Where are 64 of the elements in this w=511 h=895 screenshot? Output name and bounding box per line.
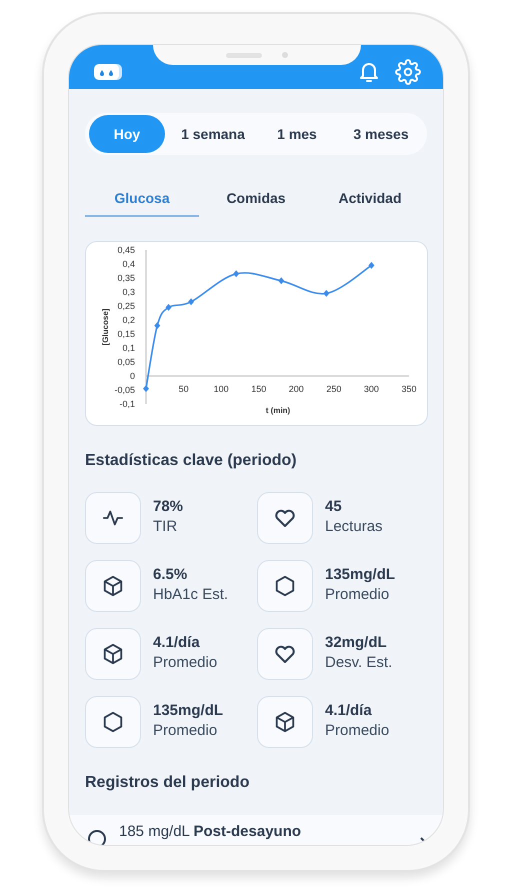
y-tick-label: 0,25 [117,301,135,311]
record-text: 185 mg/dL Post-desayuno [119,823,302,840]
period-tab[interactable]: 3 meses [339,115,423,153]
record-row[interactable]: 185 mg/dL Post-desayuno [69,815,443,845]
category-tab[interactable]: Glucosa [85,181,199,217]
y-tick-label: 0,1 [122,343,135,353]
y-tick-label: 0,15 [117,329,135,339]
stat-value: 32mg/dL [325,634,388,651]
x-tick-label: 350 [401,384,417,394]
stat-label: Promedio [325,586,390,603]
category-tab[interactable]: Actividad [313,181,427,217]
y-tick-label: -0,1 [119,399,135,409]
x-tick-label: 200 [288,384,304,394]
y-tick-label: 0,3 [122,287,135,297]
stat-label: Promedio [325,722,390,739]
x-axis-label: t (min) [266,406,290,415]
stat-value: 78% [153,498,184,515]
x-tick-label: 300 [364,384,379,394]
stat-value: 4.1/día [153,634,201,651]
section-title: Estadísticas clave (periodo) [85,452,298,470]
y-tick-label: 0,4 [122,259,135,269]
y-tick-label: 0,05 [117,357,135,367]
period-tab[interactable]: 1 mes [255,115,339,153]
stat-label: Promedio [153,654,218,671]
hexagon-icon [102,711,124,733]
clock-icon [87,829,107,845]
stat-value: 135mg/dL [325,566,396,583]
stat-label: TIR [153,518,178,535]
period-tab[interactable]: 1 semana [171,115,255,153]
stat-label: Promedio [153,722,218,739]
settings-icon[interactable] [395,59,421,85]
data-point [323,290,330,297]
data-point [188,298,194,306]
category-tab[interactable]: Comidas [199,181,313,217]
x-tick-label: 50 [178,384,189,394]
y-axis-label: [Glucose] [101,308,110,346]
data-point [278,277,284,284]
stat-value: 6.5% [153,566,188,583]
data-point [368,262,374,269]
logo-icon [93,62,123,82]
data-point [143,385,149,392]
data-point [154,322,160,330]
y-tick-label: 0,45 [117,245,135,255]
section-title: Registros del periodo [85,774,250,792]
x-tick-label: 150 [251,384,266,394]
stat-label: Desv. Est. [325,654,392,671]
stat-label: Lecturas [325,518,383,535]
cube-icon [102,643,124,665]
hexagon-icon [274,575,296,597]
y-tick-label: 0 [130,371,135,381]
y-tick-label: 0,2 [122,315,135,325]
notification-bell-icon[interactable] [357,60,381,84]
stat-value: 45 [325,498,343,515]
data-point [166,304,172,311]
cube-icon [274,711,296,733]
stat-value: 135mg/dL [153,702,224,719]
cube-icon [102,575,124,597]
y-tick-label: 0,35 [117,273,135,283]
stat-label: HbA1c Est. [153,586,228,603]
x-tick-label: 100 [214,384,229,394]
stat-value: 4.1/día [325,702,373,719]
y-tick-label: -0,05 [114,385,135,395]
data-point [233,270,240,278]
x-tick-label: 250 [326,384,342,394]
